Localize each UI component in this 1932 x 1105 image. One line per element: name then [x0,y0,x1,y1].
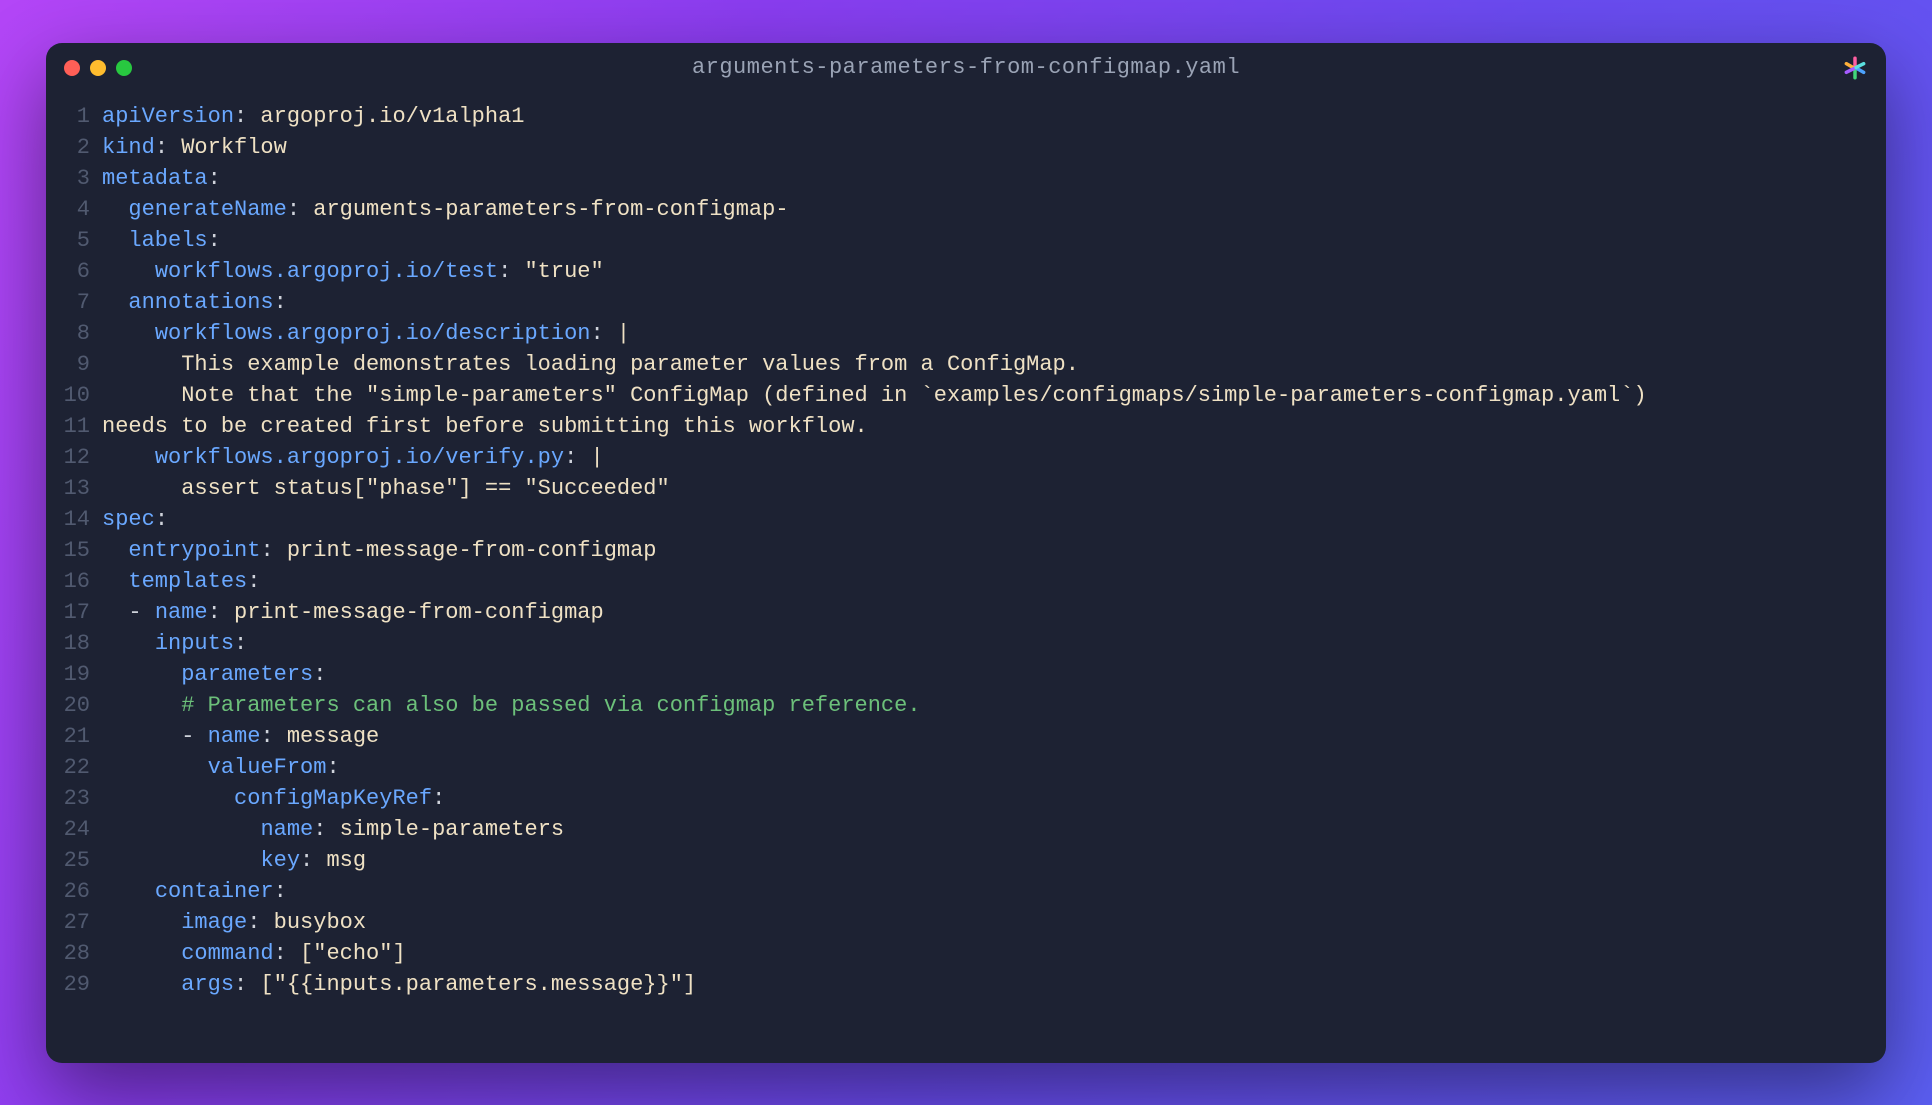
code-line: This example demonstrates loading parame… [102,349,1866,380]
line-number: 1 [46,101,90,132]
line-number: 14 [46,504,90,535]
code-line: parameters: [102,659,1866,690]
code-line: workflows.argoproj.io/test: "true" [102,256,1866,287]
line-number: 8 [46,318,90,349]
line-number: 27 [46,907,90,938]
line-number: 29 [46,969,90,1000]
code-line: - name: print-message-from-configmap [102,597,1866,628]
code-area: apiVersion: argoproj.io/v1alpha1kind: Wo… [102,101,1886,1051]
code-line: inputs: [102,628,1866,659]
line-gutter: 1234567891011121314151617181920212223242… [46,101,102,1051]
line-number: 5 [46,225,90,256]
code-line: templates: [102,566,1866,597]
code-line: args: ["{{inputs.parameters.message}}"] [102,969,1866,1000]
line-number: 20 [46,690,90,721]
code-line: container: [102,876,1866,907]
traffic-lights [64,60,132,76]
spark-icon [1842,55,1868,81]
code-line: needs to be created first before submitt… [102,411,1866,442]
line-number: 21 [46,721,90,752]
line-number: 22 [46,752,90,783]
line-number: 28 [46,938,90,969]
code-window: arguments-parameters-from-configmap.yaml… [46,43,1886,1063]
line-number: 26 [46,876,90,907]
close-icon[interactable] [64,60,80,76]
editor: 1234567891011121314151617181920212223242… [46,93,1886,1063]
code-line: image: busybox [102,907,1866,938]
code-line: valueFrom: [102,752,1866,783]
line-number: 17 [46,597,90,628]
line-number: 10 [46,380,90,411]
line-number: 24 [46,814,90,845]
code-line: assert status["phase"] == "Succeeded" [102,473,1866,504]
line-number: 18 [46,628,90,659]
code-line: configMapKeyRef: [102,783,1866,814]
line-number: 3 [46,163,90,194]
code-line: workflows.argoproj.io/description: | [102,318,1866,349]
code-line: command: ["echo"] [102,938,1866,969]
code-line: name: simple-parameters [102,814,1866,845]
line-number: 23 [46,783,90,814]
zoom-icon[interactable] [116,60,132,76]
code-line: labels: [102,225,1866,256]
code-line: workflows.argoproj.io/verify.py: | [102,442,1866,473]
line-number: 11 [46,411,90,442]
line-number: 16 [46,566,90,597]
code-line: metadata: [102,163,1866,194]
line-number: 12 [46,442,90,473]
titlebar: arguments-parameters-from-configmap.yaml [46,43,1886,93]
minimize-icon[interactable] [90,60,106,76]
line-number: 25 [46,845,90,876]
line-number: 6 [46,256,90,287]
line-number: 15 [46,535,90,566]
line-number: 2 [46,132,90,163]
code-line: - name: message [102,721,1866,752]
code-line: kind: Workflow [102,132,1866,163]
code-line: annotations: [102,287,1866,318]
line-number: 4 [46,194,90,225]
window-title: arguments-parameters-from-configmap.yaml [46,55,1886,80]
code-line: key: msg [102,845,1866,876]
line-number: 19 [46,659,90,690]
code-line: entrypoint: print-message-from-configmap [102,535,1866,566]
code-line: generateName: arguments-parameters-from-… [102,194,1866,225]
code-line: # Parameters can also be passed via conf… [102,690,1866,721]
code-line: Note that the "simple-parameters" Config… [102,380,1866,411]
line-number: 13 [46,473,90,504]
line-number: 9 [46,349,90,380]
code-line: apiVersion: argoproj.io/v1alpha1 [102,101,1866,132]
line-number: 7 [46,287,90,318]
code-line: spec: [102,504,1866,535]
